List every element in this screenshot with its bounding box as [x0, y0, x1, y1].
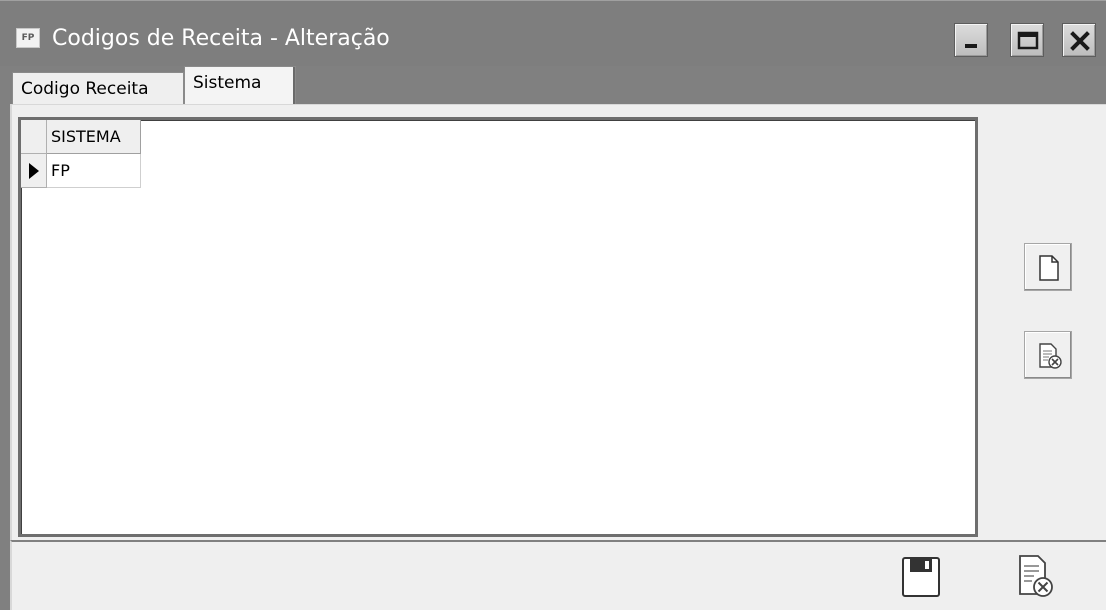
sistema-grid[interactable]: SISTEMA FP — [18, 117, 978, 537]
tab-sistema[interactable]: Sistema — [184, 66, 296, 104]
save-button[interactable] — [900, 554, 944, 602]
grid-corner-header — [21, 120, 47, 154]
grid-cell-sistema[interactable]: FP — [47, 154, 141, 188]
bottom-toolbar — [10, 540, 1106, 610]
tab-strip: Codigo Receita Sistema — [10, 66, 1106, 104]
maximize-button[interactable] — [1010, 23, 1044, 57]
tab-page-sistema: SISTEMA FP — [10, 104, 1106, 540]
window-title: Codigos de Receita - Alteração — [52, 26, 390, 51]
maximize-icon — [1017, 31, 1039, 50]
delete-document-icon — [1039, 343, 1062, 369]
title-bar[interactable]: FP Codigos de Receita - Alteração — [0, 0, 1106, 66]
cancel-document-icon — [1019, 555, 1053, 597]
delete-record-button[interactable] — [1024, 331, 1072, 379]
save-disk-icon — [902, 557, 940, 597]
close-icon — [1070, 31, 1090, 51]
grid-row-indicator[interactable] — [21, 154, 47, 188]
minimize-icon — [965, 44, 977, 48]
app-icon[interactable]: FP — [16, 28, 40, 48]
current-row-arrow-icon — [29, 163, 39, 179]
cancel-button[interactable] — [1014, 554, 1058, 602]
tab-codigo-receita[interactable]: Codigo Receita — [12, 72, 184, 104]
grid-column-header-sistema[interactable]: SISTEMA — [47, 120, 141, 154]
minimize-button[interactable] — [954, 23, 988, 57]
close-button[interactable] — [1062, 23, 1096, 57]
new-record-button[interactable] — [1024, 243, 1072, 291]
new-document-icon — [1039, 255, 1059, 281]
